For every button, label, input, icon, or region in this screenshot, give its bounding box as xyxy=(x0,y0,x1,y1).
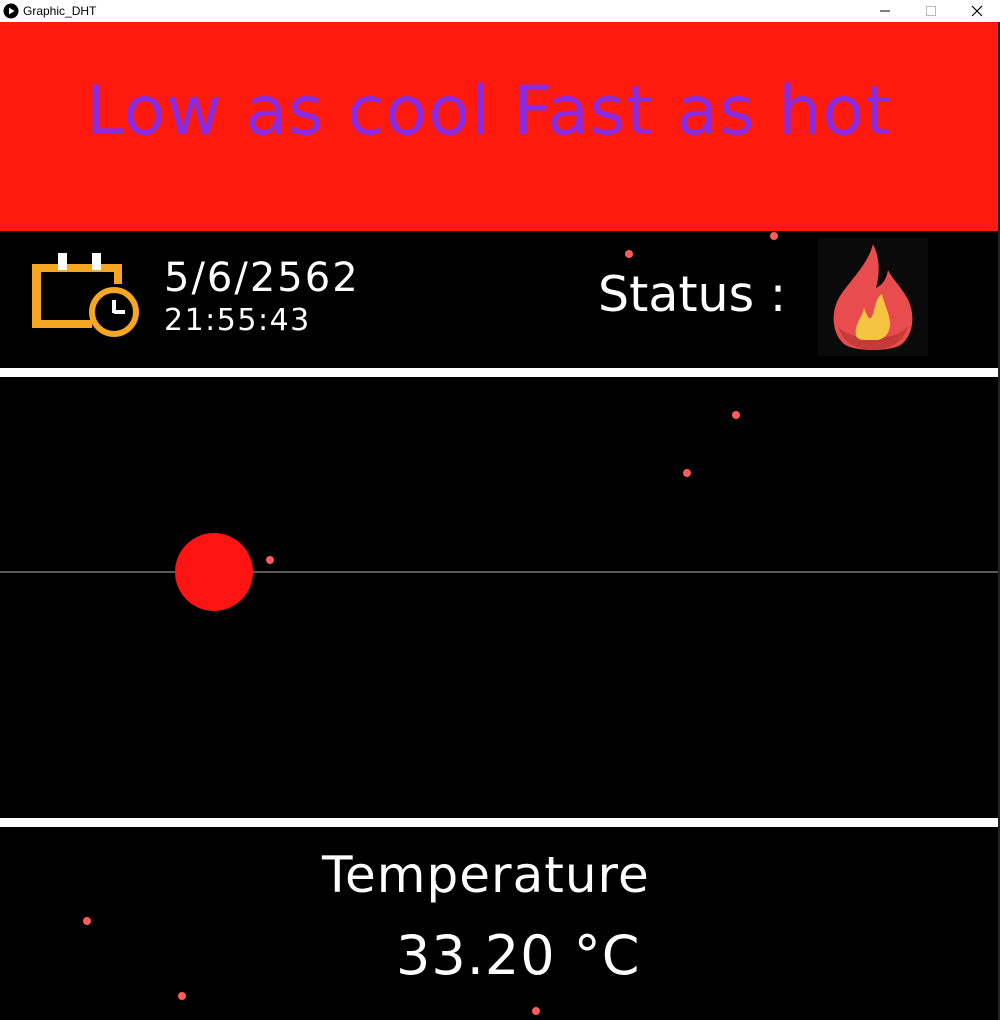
minimize-button[interactable] xyxy=(862,0,908,22)
window-title-bar: Graphic_DHT xyxy=(0,0,1000,22)
particle xyxy=(625,250,633,258)
fire-icon xyxy=(833,244,913,350)
particle xyxy=(178,992,186,1000)
divider-top xyxy=(0,368,998,377)
status-indicator xyxy=(818,238,928,356)
banner-title: Low as cool Fast as hot xyxy=(86,72,893,151)
minimize-icon xyxy=(880,10,890,12)
close-button[interactable] xyxy=(954,0,1000,22)
maximize-icon xyxy=(926,6,936,16)
time-display: 21:55:43 xyxy=(164,303,311,338)
maximize-button[interactable] xyxy=(908,0,954,22)
status-label: Status : xyxy=(598,266,787,323)
temperature-ball xyxy=(175,533,253,611)
calendar-clock-icon xyxy=(32,253,139,337)
temperature-value: 33.20 °C xyxy=(396,924,641,987)
particle xyxy=(83,917,91,925)
particle xyxy=(532,1007,540,1015)
play-circle-icon xyxy=(3,3,19,19)
window-title: Graphic_DHT xyxy=(23,4,97,18)
particle xyxy=(770,232,778,240)
motion-plot xyxy=(0,533,998,611)
close-icon xyxy=(971,5,983,17)
divider-bottom xyxy=(0,818,998,827)
temperature-label: Temperature xyxy=(322,846,650,904)
date-display: 5/6/2562 xyxy=(164,255,360,301)
banner: Low as cool Fast as hot xyxy=(0,22,998,231)
